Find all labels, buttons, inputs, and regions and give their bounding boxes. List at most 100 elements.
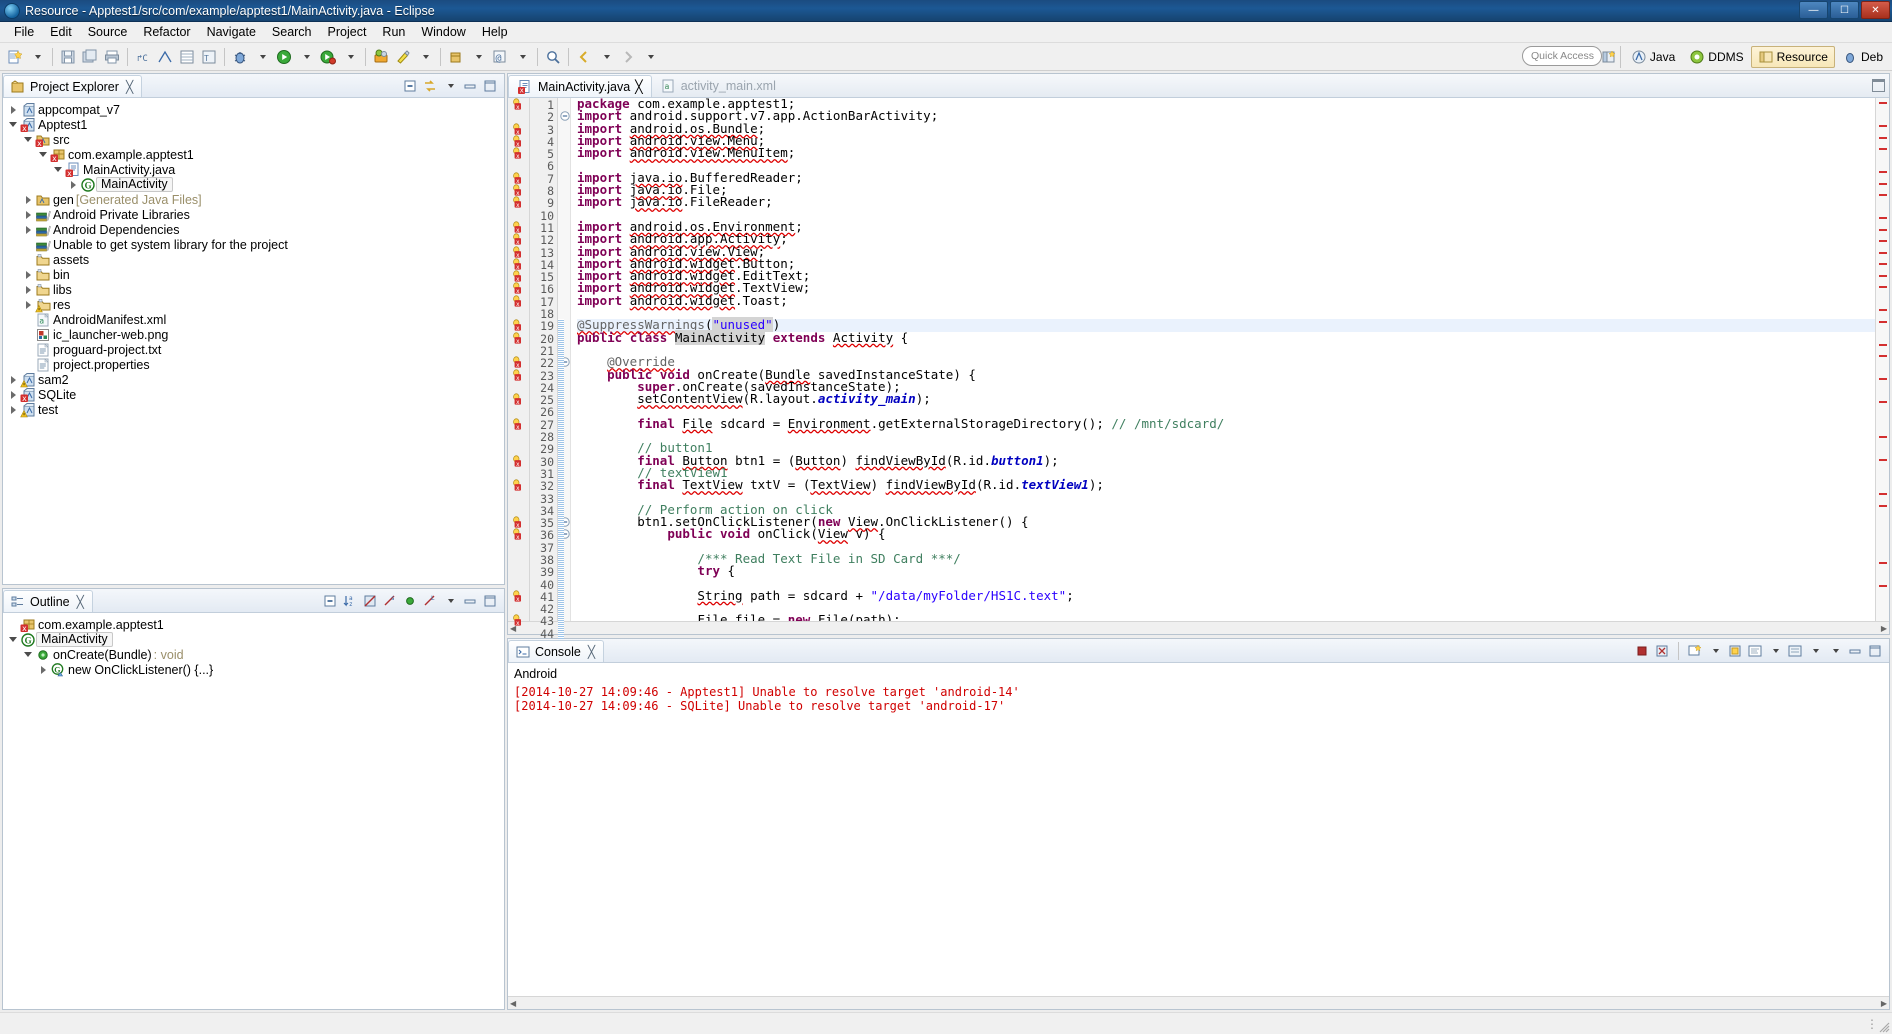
overview-ruler[interactable] [1875,98,1889,621]
close-icon[interactable]: ╳ [635,79,643,94]
scroll-right-icon[interactable]: ▶ [1881,999,1887,1008]
tree-item-proguard-project-txt[interactable]: proguard-project.txt [3,342,504,357]
maximize-icon[interactable] [1867,643,1883,659]
code-line[interactable]: String path = sdcard + "/data/myFolder/H… [577,589,1875,602]
tree-item-res[interactable]: res [3,297,504,312]
code-line[interactable]: final TextView txtV = (TextView) findVie… [577,478,1875,491]
new-annotation-icon[interactable]: @ [490,46,510,68]
tab-project-explorer[interactable]: Project Explorer ╳ [3,75,143,97]
menu-file[interactable]: File [6,23,42,41]
menu-help[interactable]: Help [474,23,516,41]
tree-item-gen[interactable]: gen [Generated Java Files] [3,192,504,207]
perspective-java[interactable]: Java [1624,46,1682,68]
code-line[interactable]: import android.os.Bundle; [577,122,1875,135]
code-line[interactable] [577,344,1875,356]
view-menu-icon[interactable] [442,593,458,609]
minimize-icon[interactable] [462,78,478,94]
overview-error-mark[interactable] [1879,274,1887,277]
collapse-arrow-icon[interactable] [22,137,34,142]
tree-item-new-onclicklistener[interactable]: Gnew OnClickListener() {...} [3,662,504,677]
scroll-left-icon[interactable]: ◀ [510,999,516,1008]
console-horizontal-scrollbar[interactable]: ◀ ▶ [508,996,1889,1009]
overview-error-mark[interactable] [1879,171,1887,173]
overview-error-mark[interactable] [1879,194,1887,196]
remove-launch-icon[interactable] [1654,643,1670,659]
marker-ruler[interactable]: xxxxxxxxxxxxxxxxxxxxxxxxxx [508,98,530,626]
new-annotation-dropdown-icon[interactable] [512,46,532,68]
overview-error-mark[interactable] [1879,585,1887,587]
quick-access-input[interactable]: Quick Access [1522,46,1602,66]
tree-item-apptest1[interactable]: x Apptest1 [3,117,504,133]
perspective-resource[interactable]: Resource [1750,46,1835,68]
overview-error-mark[interactable] [1879,401,1887,403]
console-dropdown-icon[interactable] [1707,643,1723,659]
open-console-icon[interactable] [1787,643,1803,659]
tree-item-src[interactable]: x src [3,132,504,148]
overview-error-mark[interactable] [1879,343,1887,346]
outline-tree[interactable]: x com.example.apptest1 G MainActivity onCrea… [3,613,504,1009]
tree-item-mainactivity-java[interactable]: x MainActivity.java [3,162,504,178]
run-icon[interactable] [274,46,294,68]
tree-item-android-dependencies[interactable]: Android Dependencies [3,222,504,237]
overview-error-mark[interactable] [1879,228,1887,231]
hide-static-icon[interactable]: s [382,593,398,609]
menu-source[interactable]: Source [80,23,136,41]
code-line[interactable]: /*** Read Text File in SD Card ***/ [577,552,1875,565]
editor-minimize-icon[interactable] [1872,79,1885,92]
code-line[interactable]: File file = new File(path); [577,614,1875,621]
tab-outline[interactable]: Outline ╳ [3,590,93,612]
code-line[interactable]: import android.app.Activity; [577,233,1875,246]
tree-item-ic-launcher-web-png[interactable]: ic_launcher-web.png [3,327,504,342]
collapse-arrow-icon[interactable] [52,167,64,172]
expand-arrow-icon[interactable] [22,210,34,219]
overview-error-mark[interactable] [1879,263,1887,265]
menu-navigate[interactable]: Navigate [199,23,264,41]
run-dropdown-icon[interactable] [296,46,316,68]
overview-error-mark[interactable] [1879,435,1887,438]
hide-fields-icon[interactable] [362,593,378,609]
menu-edit[interactable]: Edit [42,23,80,41]
code-line[interactable]: public class MainActivity extends Activi… [577,329,1875,345]
tree-item-android-private-libraries[interactable]: Android Private Libraries [3,207,504,222]
editor-tab-mainactivity[interactable]: x MainActivity.java ╳ [508,75,652,97]
run-external-dropdown-icon[interactable] [340,46,360,68]
debug-dropdown-icon[interactable] [252,46,272,68]
expand-arrow-icon[interactable] [37,665,49,674]
expand-arrow-icon[interactable] [67,180,79,189]
tree-item-sam2[interactable]: sam2 [3,372,504,387]
overview-error-mark[interactable] [1879,309,1887,311]
overview-error-mark[interactable] [1879,125,1887,127]
tree-item-libs[interactable]: libs [3,282,504,297]
sort-icon[interactable]: az [342,593,358,609]
overview-error-mark[interactable] [1879,320,1887,323]
code-line[interactable] [577,430,1875,442]
collapse-all-icon[interactable] [322,593,338,609]
tree-item-assets[interactable]: assets [3,252,504,267]
open-console-dropdown-icon[interactable] [1807,643,1823,659]
back-dropdown-icon[interactable] [596,46,616,68]
view-menu-icon[interactable] [442,78,458,94]
tree-item-appcompat-v7[interactable]: appcompat_v7 [3,102,504,117]
code-line[interactable]: setContentView(R.layout.activity_main); [577,392,1875,405]
maximize-icon[interactable] [482,593,498,609]
debug-icon[interactable] [230,46,250,68]
tree-item-test[interactable]: test [3,402,504,417]
expand-arrow-icon[interactable] [7,105,19,114]
overview-error-mark[interactable] [1879,182,1887,185]
open-perspective-icon[interactable] [1599,46,1621,68]
collapse-arrow-icon[interactable] [37,152,49,157]
overview-error-mark[interactable] [1879,286,1887,288]
expand-arrow-icon[interactable] [7,375,19,384]
forward-dropdown-icon[interactable] [640,46,660,68]
link-with-editor-icon[interactable] [422,78,438,94]
expand-arrow-icon[interactable] [22,195,34,204]
code-line[interactable]: public void onClick(View v) { [577,528,1875,541]
view-menu-icon[interactable] [1827,643,1843,659]
expand-arrow-icon[interactable] [22,270,34,279]
collapse-arrow-icon[interactable] [22,652,34,657]
android-dropdown-icon[interactable] [415,46,435,68]
source-code-text[interactable]: package com.example.apptest1; import andr… [571,98,1875,621]
code-line[interactable]: import android.support.v7.app.ActionBarA… [577,110,1875,123]
save-all-icon[interactable] [80,46,100,68]
new-java-package-icon[interactable] [446,46,466,68]
